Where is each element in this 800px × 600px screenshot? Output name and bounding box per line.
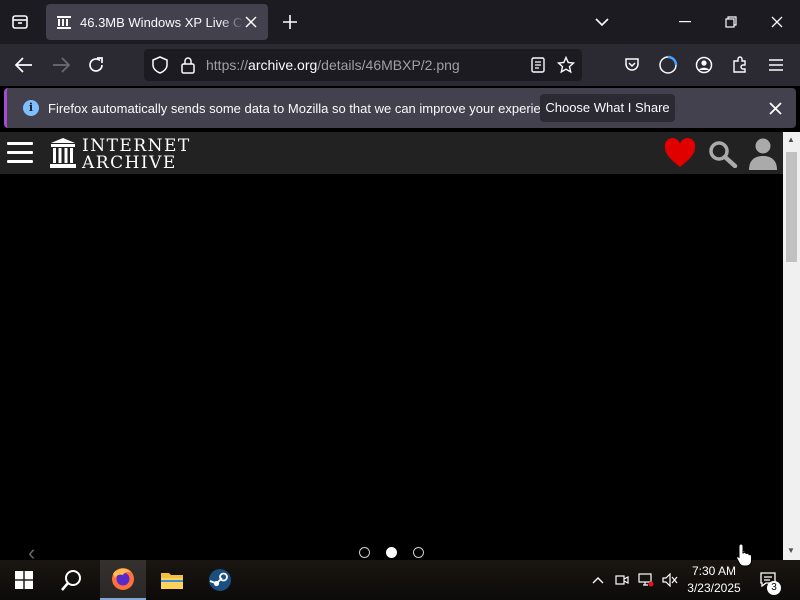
scrollbar-thumb[interactable] [786,152,797,262]
tracking-protection-shield-icon[interactable] [150,55,170,75]
bookmark-star-icon[interactable] [556,55,576,75]
choose-what-i-share-button[interactable]: Choose What I Share [540,94,675,122]
internet-archive-logo[interactable]: INTERNET ARCHIVE [50,136,189,173]
meet-now-camera-icon[interactable] [614,572,630,588]
carousel-dot[interactable] [413,547,424,558]
url-text[interactable]: https://archive.org/details/46MBXP/2.png [206,57,460,73]
reload-icon[interactable] [84,53,108,77]
windows-taskbar: 7:30 AM 3/23/2025 3 [0,560,800,600]
file-explorer-folder-icon[interactable] [150,560,194,600]
search-icon[interactable] [708,140,738,168]
minimize-icon[interactable] [673,10,697,34]
volume-muted-icon[interactable] [662,572,678,588]
pocket-icon[interactable] [620,53,644,77]
app-menu-icon[interactable] [764,53,788,77]
list-all-tabs-chevron-down-icon[interactable] [590,10,614,34]
notification-close-icon[interactable] [766,99,784,117]
user-account-icon[interactable] [748,137,778,171]
notification-count-badge: 3 [767,581,781,595]
page-scrollbar[interactable]: ▲ ▼ [783,132,800,560]
logo-line-archive: ARCHIVE [82,153,177,173]
firefox-view-icon [12,15,28,29]
info-icon: i [23,100,39,116]
carousel-previous-chevron-icon[interactable]: ‹ [28,540,35,560]
extension-circle-icon[interactable] [656,53,680,77]
start-windows-icon[interactable] [0,560,48,600]
carousel-dot-active[interactable] [386,547,397,558]
donate-heart-icon[interactable] [664,138,696,168]
tab-strip: 46.3MB Windows XP Live CD : A [0,0,800,44]
hand-cursor-icon [736,543,752,567]
extensions-puzzle-icon[interactable] [728,53,752,77]
scroll-down-arrow-icon[interactable]: ▼ [787,546,795,555]
taskbar-clock[interactable]: 7:30 AM 3/23/2025 [682,563,746,597]
web-page-content: INTERNET ARCHIVE ‹ › [0,132,783,560]
data-collection-notification-bar: i Firefox automatically sends some data … [4,88,796,128]
archive-temple-icon [50,138,76,168]
restore-icon[interactable] [719,10,743,34]
tab-title: 46.3MB Windows XP Live CD : A [80,14,244,30]
url-path: /details/46MBXP/2.png [317,57,460,73]
browser-tab-active[interactable]: 46.3MB Windows XP Live CD : A [46,4,268,40]
clock-date: 3/23/2025 [687,581,741,595]
taskbar-search-icon[interactable] [48,560,96,600]
window-close-icon[interactable] [765,10,789,34]
lock-icon[interactable] [178,55,198,75]
navigation-toolbar: https://archive.org/details/46MBXP/2.png [0,44,800,86]
steam-icon[interactable] [198,560,242,600]
scroll-up-arrow-icon[interactable]: ▲ [787,135,795,144]
firefox-view-button[interactable] [8,10,32,34]
account-icon[interactable] [692,53,716,77]
tab-close-icon[interactable] [242,13,260,31]
hamburger-menu-icon[interactable] [7,142,33,164]
carousel-dot[interactable] [359,547,370,558]
forward-arrow-icon[interactable] [49,53,73,77]
back-arrow-icon[interactable] [12,53,36,77]
reader-view-icon[interactable] [528,55,548,75]
url-prefix: https:// [206,57,249,73]
firefox-taskbar-icon[interactable] [100,560,146,600]
archive-favicon-icon [56,14,72,30]
internet-archive-header: INTERNET ARCHIVE [0,132,783,174]
show-hidden-icons-chevron-up-icon[interactable] [590,572,606,588]
notification-message: Firefox automatically sends some data to… [48,101,566,116]
new-tab-icon[interactable] [280,12,300,32]
network-icon[interactable] [638,572,654,588]
carousel-dots [357,547,427,560]
url-domain: archive.org [248,57,318,73]
url-bar[interactable]: https://archive.org/details/46MBXP/2.png [144,49,582,81]
